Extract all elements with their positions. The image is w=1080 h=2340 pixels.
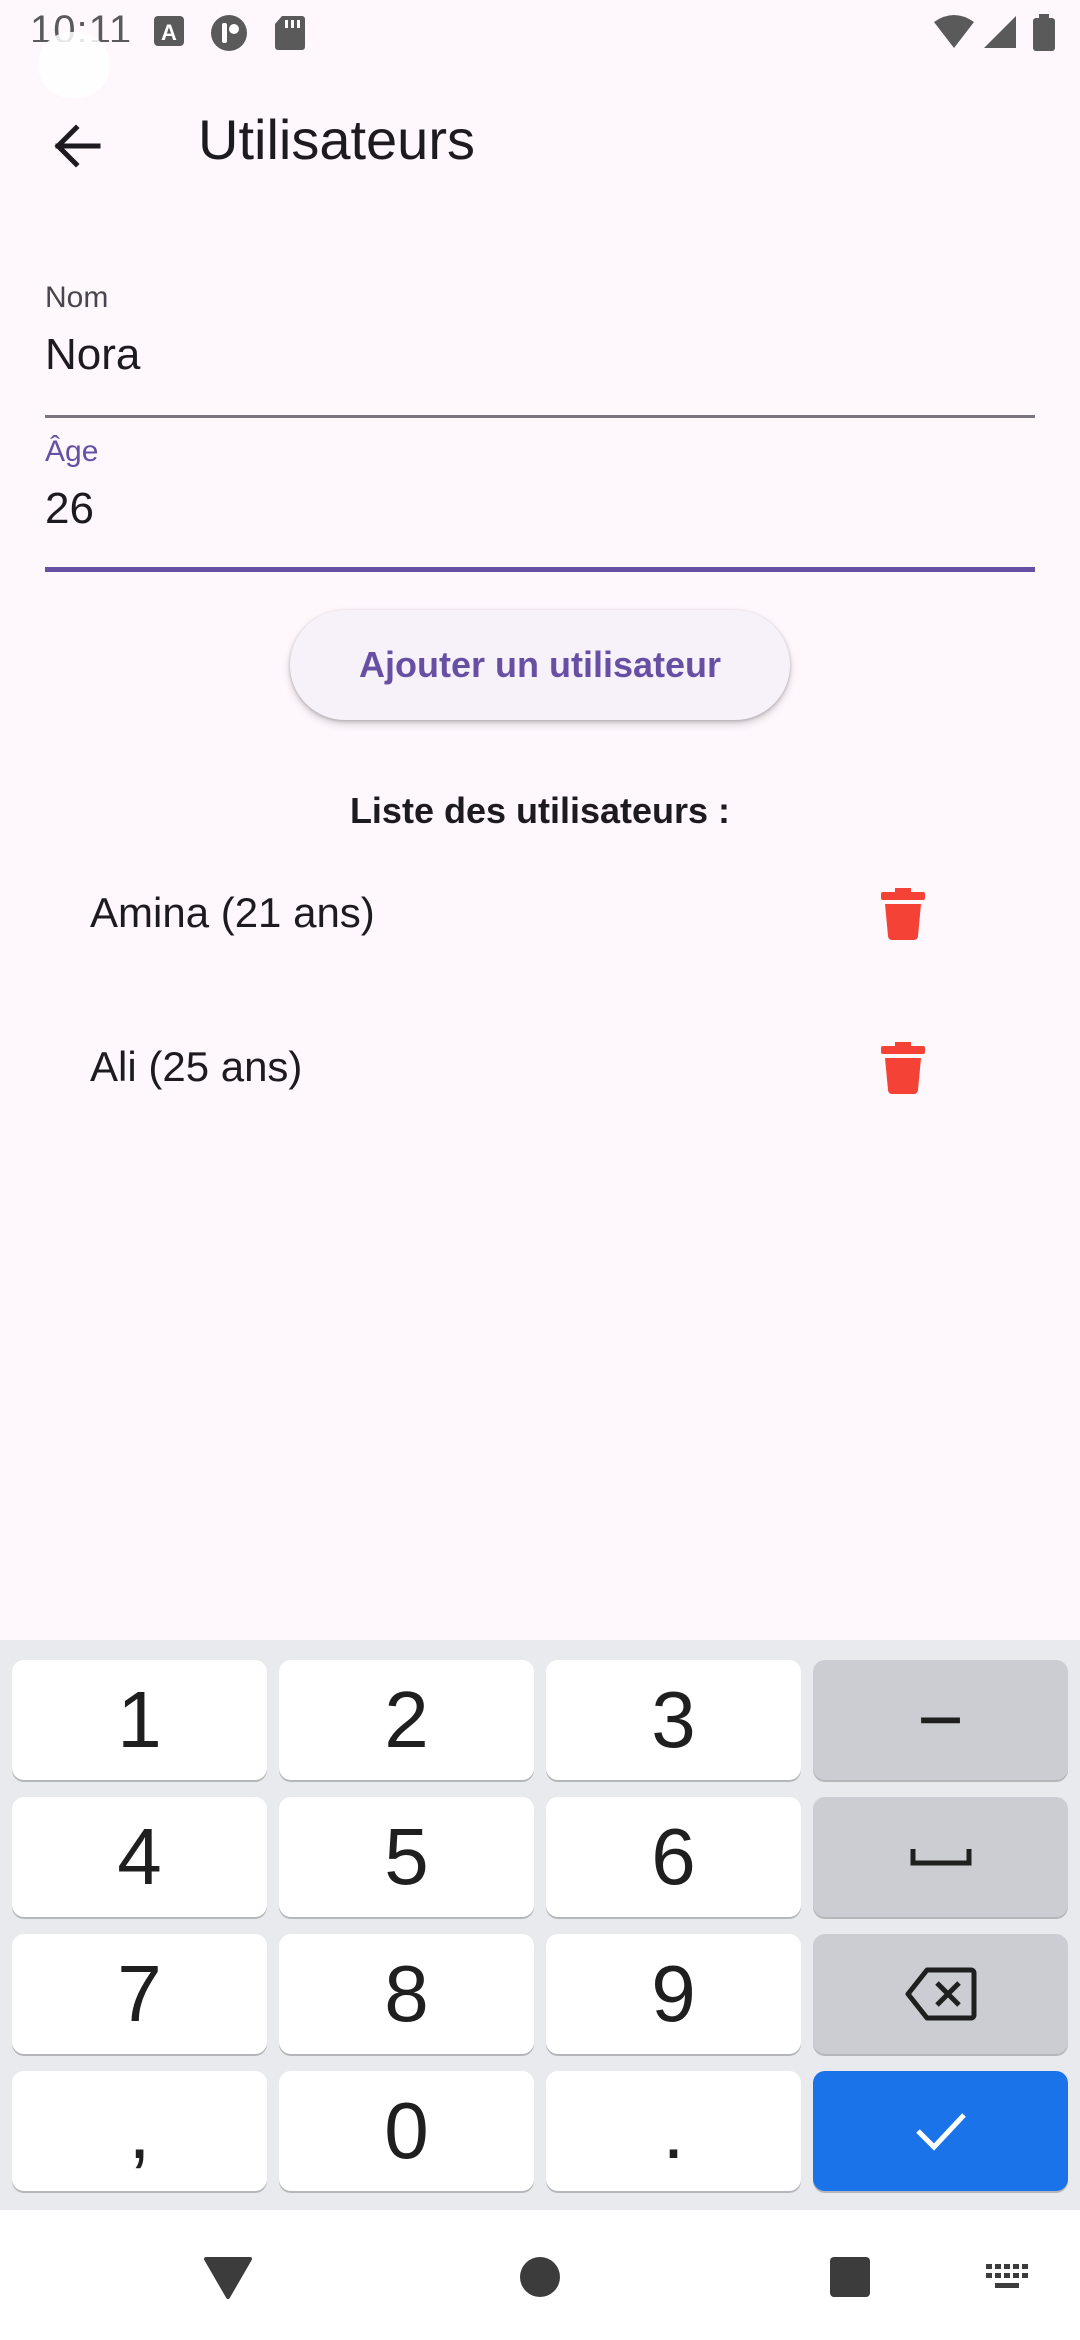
- sd-card-icon: [274, 14, 306, 55]
- camera-cutout: [38, 32, 110, 98]
- cell-signal-icon: [982, 14, 1018, 55]
- key-7[interactable]: 7: [12, 1934, 267, 2054]
- space-icon: [910, 1849, 971, 1866]
- nav-back-icon: [204, 2257, 252, 2299]
- age-field-label: Âge: [45, 435, 99, 468]
- key-5[interactable]: 5: [279, 1797, 534, 1917]
- name-field[interactable]: Nom Nora: [45, 280, 1035, 418]
- svg-text:A: A: [161, 20, 177, 45]
- key-enter[interactable]: [813, 2071, 1068, 2191]
- trash-icon: [881, 888, 925, 940]
- user-label: Amina (21 ans): [90, 889, 375, 936]
- age-field[interactable]: Âge 26: [45, 434, 1035, 572]
- list-item: Ali (25 ans): [0, 996, 1080, 1146]
- key-4[interactable]: 4: [12, 1797, 267, 1917]
- back-button[interactable]: [38, 108, 114, 184]
- nav-back-button[interactable]: [196, 2250, 260, 2304]
- delete-button[interactable]: [870, 876, 936, 952]
- trash-icon: [881, 1042, 925, 1094]
- key-6[interactable]: 6: [546, 1797, 801, 1917]
- key-9[interactable]: 9: [546, 1934, 801, 2054]
- nav-recents-icon: [830, 2257, 870, 2297]
- keyboard-icon: [986, 2264, 1028, 2288]
- wifi-icon: [932, 14, 976, 55]
- page-title: Utilisateurs: [198, 108, 475, 171]
- app-bar: Utilisateurs: [0, 90, 1080, 190]
- key-space[interactable]: [813, 1797, 1068, 1917]
- app-notification-icon: [210, 14, 248, 57]
- status-bar: 10:11 A: [0, 0, 1080, 98]
- nav-home-icon: [520, 2257, 560, 2297]
- delete-button[interactable]: [870, 1030, 936, 1106]
- battery-icon: [1032, 14, 1056, 57]
- system-nav-bar: [0, 2210, 1080, 2340]
- key-8[interactable]: 8: [279, 1934, 534, 2054]
- name-field-value: Nora: [45, 330, 141, 379]
- age-field-underline: [45, 567, 1035, 572]
- add-user-button[interactable]: Ajouter un utilisateur: [290, 610, 790, 720]
- text-notification-icon: A: [152, 14, 186, 53]
- age-field-value: 26: [45, 484, 94, 533]
- back-arrow-icon: [54, 124, 101, 168]
- user-list-title: Liste des utilisateurs :: [349, 790, 731, 831]
- key-period[interactable]: .: [546, 2071, 801, 2191]
- key-2[interactable]: 2: [279, 1660, 534, 1780]
- nav-home-button[interactable]: [510, 2250, 570, 2304]
- check-icon: [915, 2113, 966, 2151]
- key-backspace[interactable]: [813, 1934, 1068, 2054]
- user-label: Ali (25 ans): [90, 1043, 303, 1090]
- name-field-underline: [45, 415, 1035, 418]
- key-3[interactable]: 3: [546, 1660, 801, 1780]
- key-0[interactable]: 0: [279, 2071, 534, 2191]
- name-field-label: Nom: [45, 281, 109, 314]
- key-1[interactable]: 1: [12, 1660, 267, 1780]
- list-item: Amina (21 ans): [0, 842, 1080, 992]
- keyboard-switch-button[interactable]: [980, 2254, 1036, 2300]
- key-minus[interactable]: −: [813, 1660, 1068, 1780]
- backspace-icon: [905, 1967, 976, 2021]
- key-comma[interactable]: ,: [12, 2071, 267, 2191]
- numeric-keyboard: 1 2 3 − 4 5 6 7 8 9 , 0 .: [0, 1640, 1080, 2210]
- nav-recents-button[interactable]: [820, 2250, 880, 2304]
